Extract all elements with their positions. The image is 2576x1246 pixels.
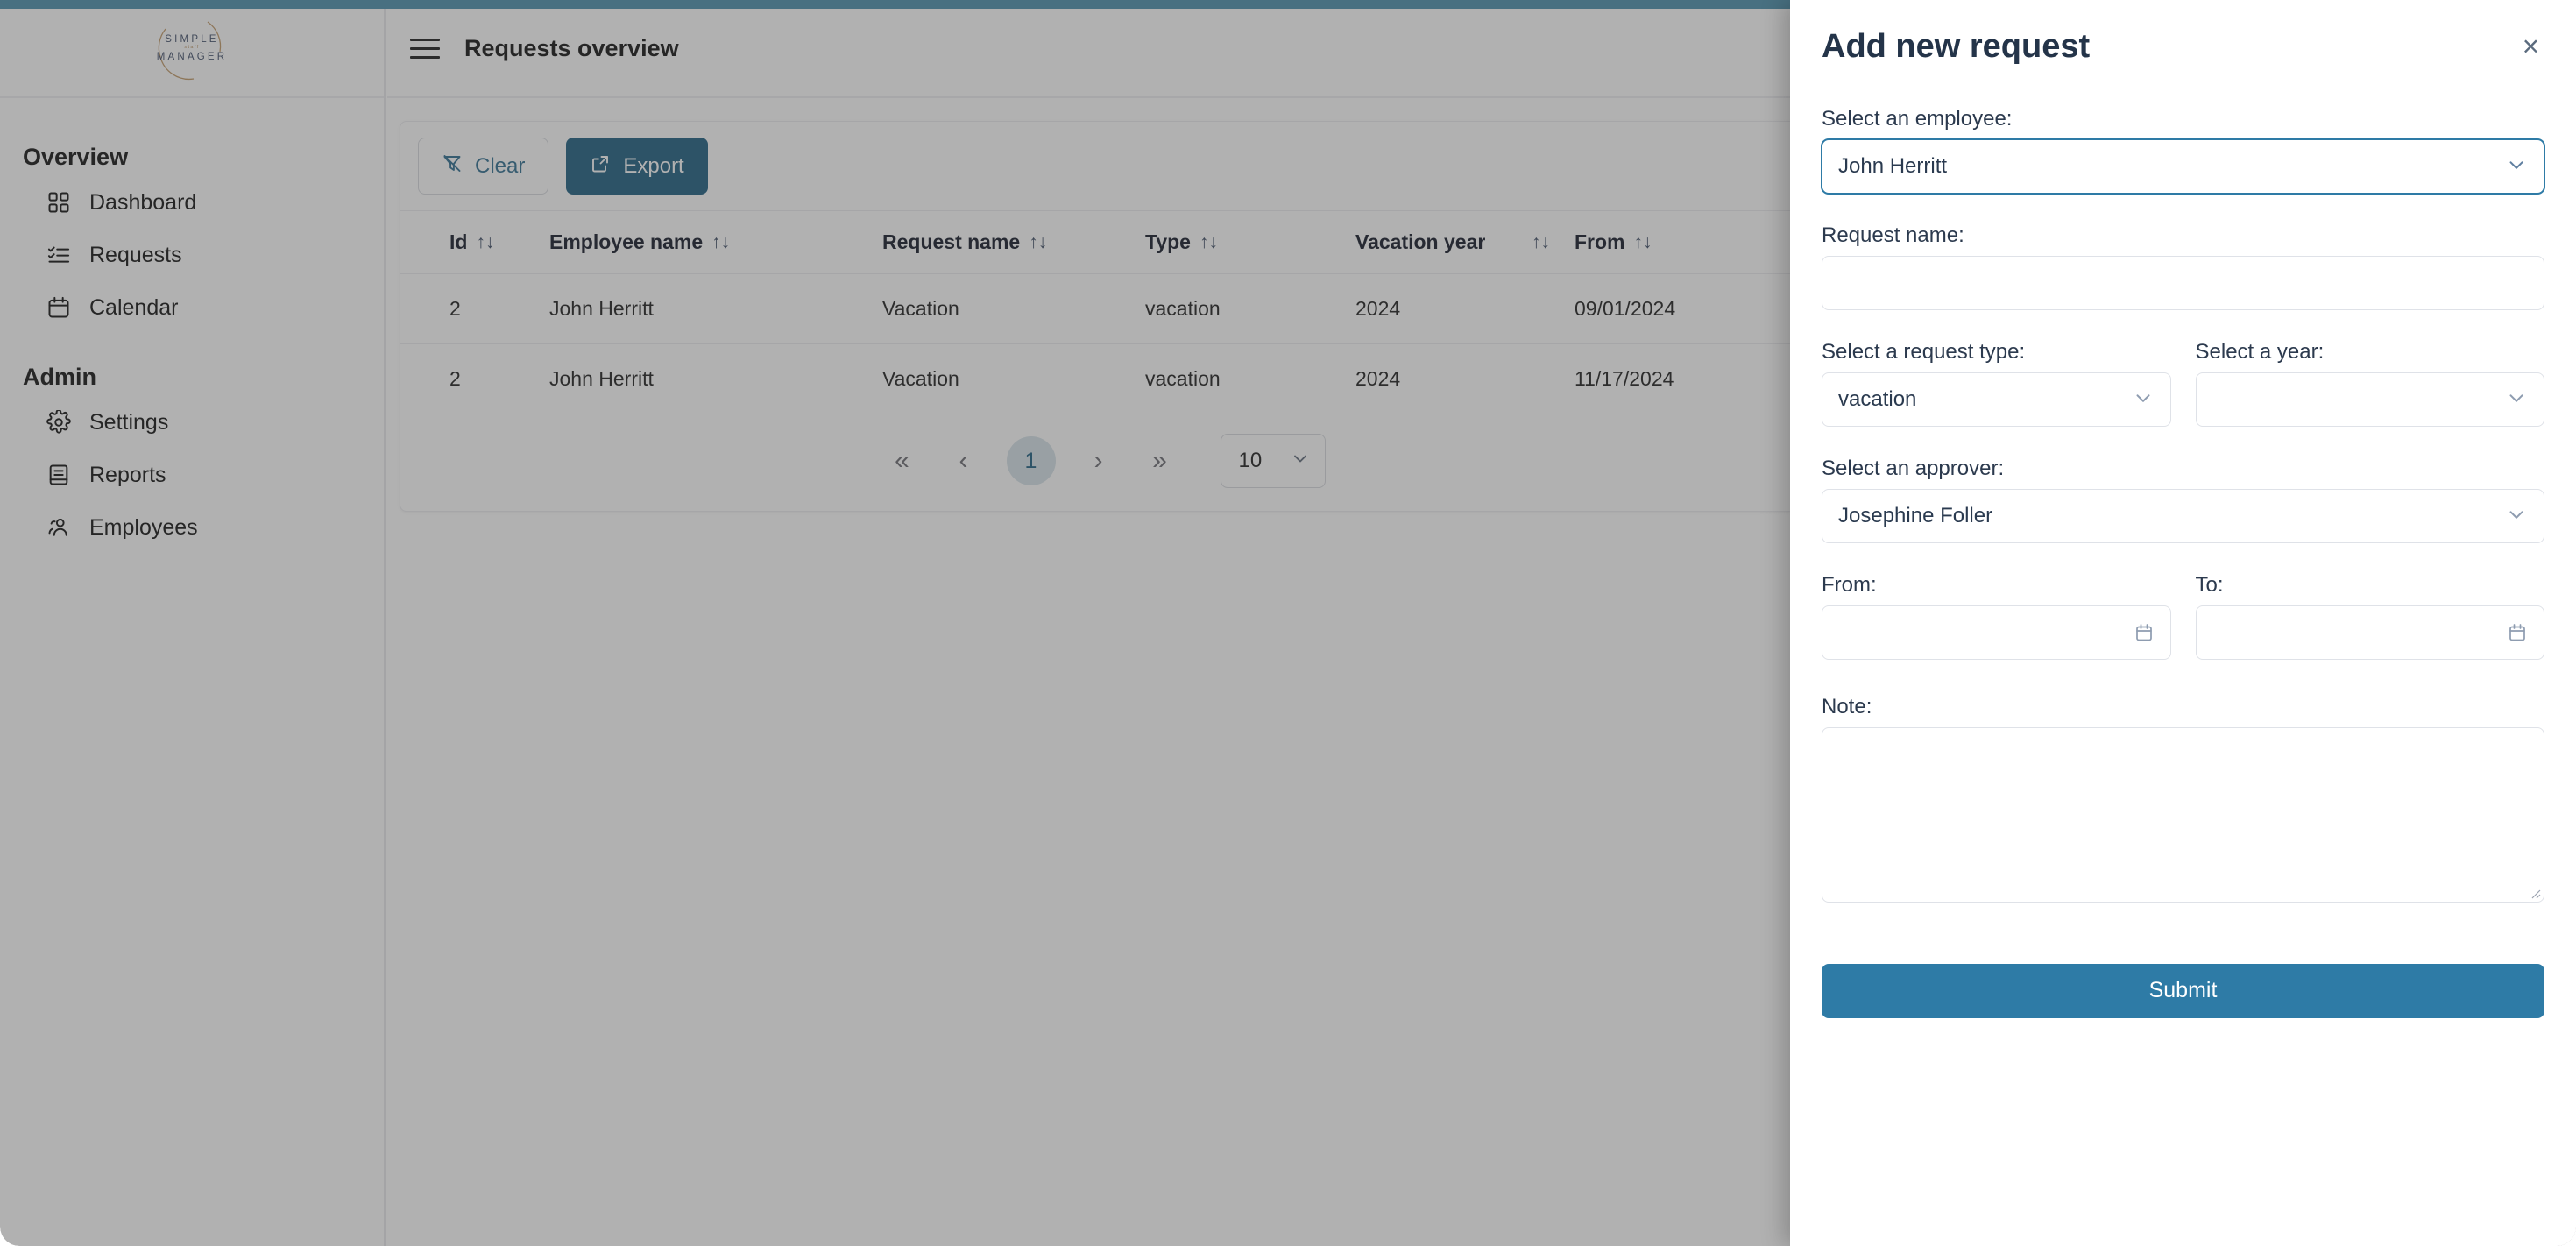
chevron-down-icon (2132, 386, 2155, 413)
field-row-type-year: Select a request type: vacation Select a… (1822, 340, 2544, 427)
to-label: To: (2195, 572, 2224, 597)
employee-label: Select an employee: (1822, 106, 2013, 131)
request-type-value: vacation (1838, 386, 1917, 411)
calendar-icon[interactable] (2134, 622, 2155, 643)
field-request-name: Request name: (1822, 223, 2544, 310)
field-to-date: To: (2195, 572, 2544, 660)
panel-title: Add new request (1822, 28, 2091, 65)
year-label: Select a year: (2195, 339, 2325, 364)
request-type-select[interactable]: vacation (1822, 372, 2171, 427)
submit-button[interactable]: Submit (1822, 963, 2544, 1018)
chevron-down-icon (2505, 153, 2528, 180)
approver-select[interactable]: Josephine Foller (1822, 488, 2544, 543)
note-textarea[interactable] (1822, 726, 2544, 903)
approver-label: Select an approver: (1822, 456, 2005, 480)
panel-header: Add new request × (1822, 0, 2544, 67)
field-row-from-to: From: To: (1822, 573, 2544, 660)
calendar-icon[interactable] (2507, 622, 2528, 643)
close-icon[interactable]: × (2517, 28, 2544, 64)
field-request-type: Select a request type: vacation (1822, 340, 2171, 427)
field-approver: Select an approver: Josephine Foller (1822, 457, 2544, 543)
year-select[interactable] (2195, 372, 2544, 427)
request-name-input[interactable] (1822, 255, 2544, 310)
request-type-label: Select a request type: (1822, 339, 2026, 364)
field-from-date: From: (1822, 573, 2171, 660)
from-date-input[interactable] (1822, 605, 2171, 660)
note-label: Note: (1822, 694, 1872, 719)
add-request-panel: Add new request × Select an employee: Jo… (1790, 0, 2576, 1246)
approver-value: Josephine Foller (1838, 503, 1993, 527)
submit-wrapper: Submit (1822, 963, 2544, 1018)
request-name-label: Request name: (1822, 223, 1964, 247)
field-year: Select a year: (2195, 339, 2544, 427)
chevron-down-icon (2505, 503, 2528, 529)
to-date-input[interactable] (2195, 605, 2544, 660)
field-note: Note: (1822, 695, 2544, 903)
employee-select-value: John Herritt (1838, 153, 1948, 178)
application-root: SIMPLE staff MANAGER Overview Dashboard (0, 0, 2576, 1246)
from-label: From: (1822, 572, 1877, 597)
employee-select[interactable]: John Herritt (1822, 138, 2544, 194)
resize-handle-icon[interactable] (2529, 887, 2541, 899)
chevron-down-icon (2505, 386, 2528, 413)
field-employee: Select an employee: John Herritt (1822, 107, 2544, 194)
